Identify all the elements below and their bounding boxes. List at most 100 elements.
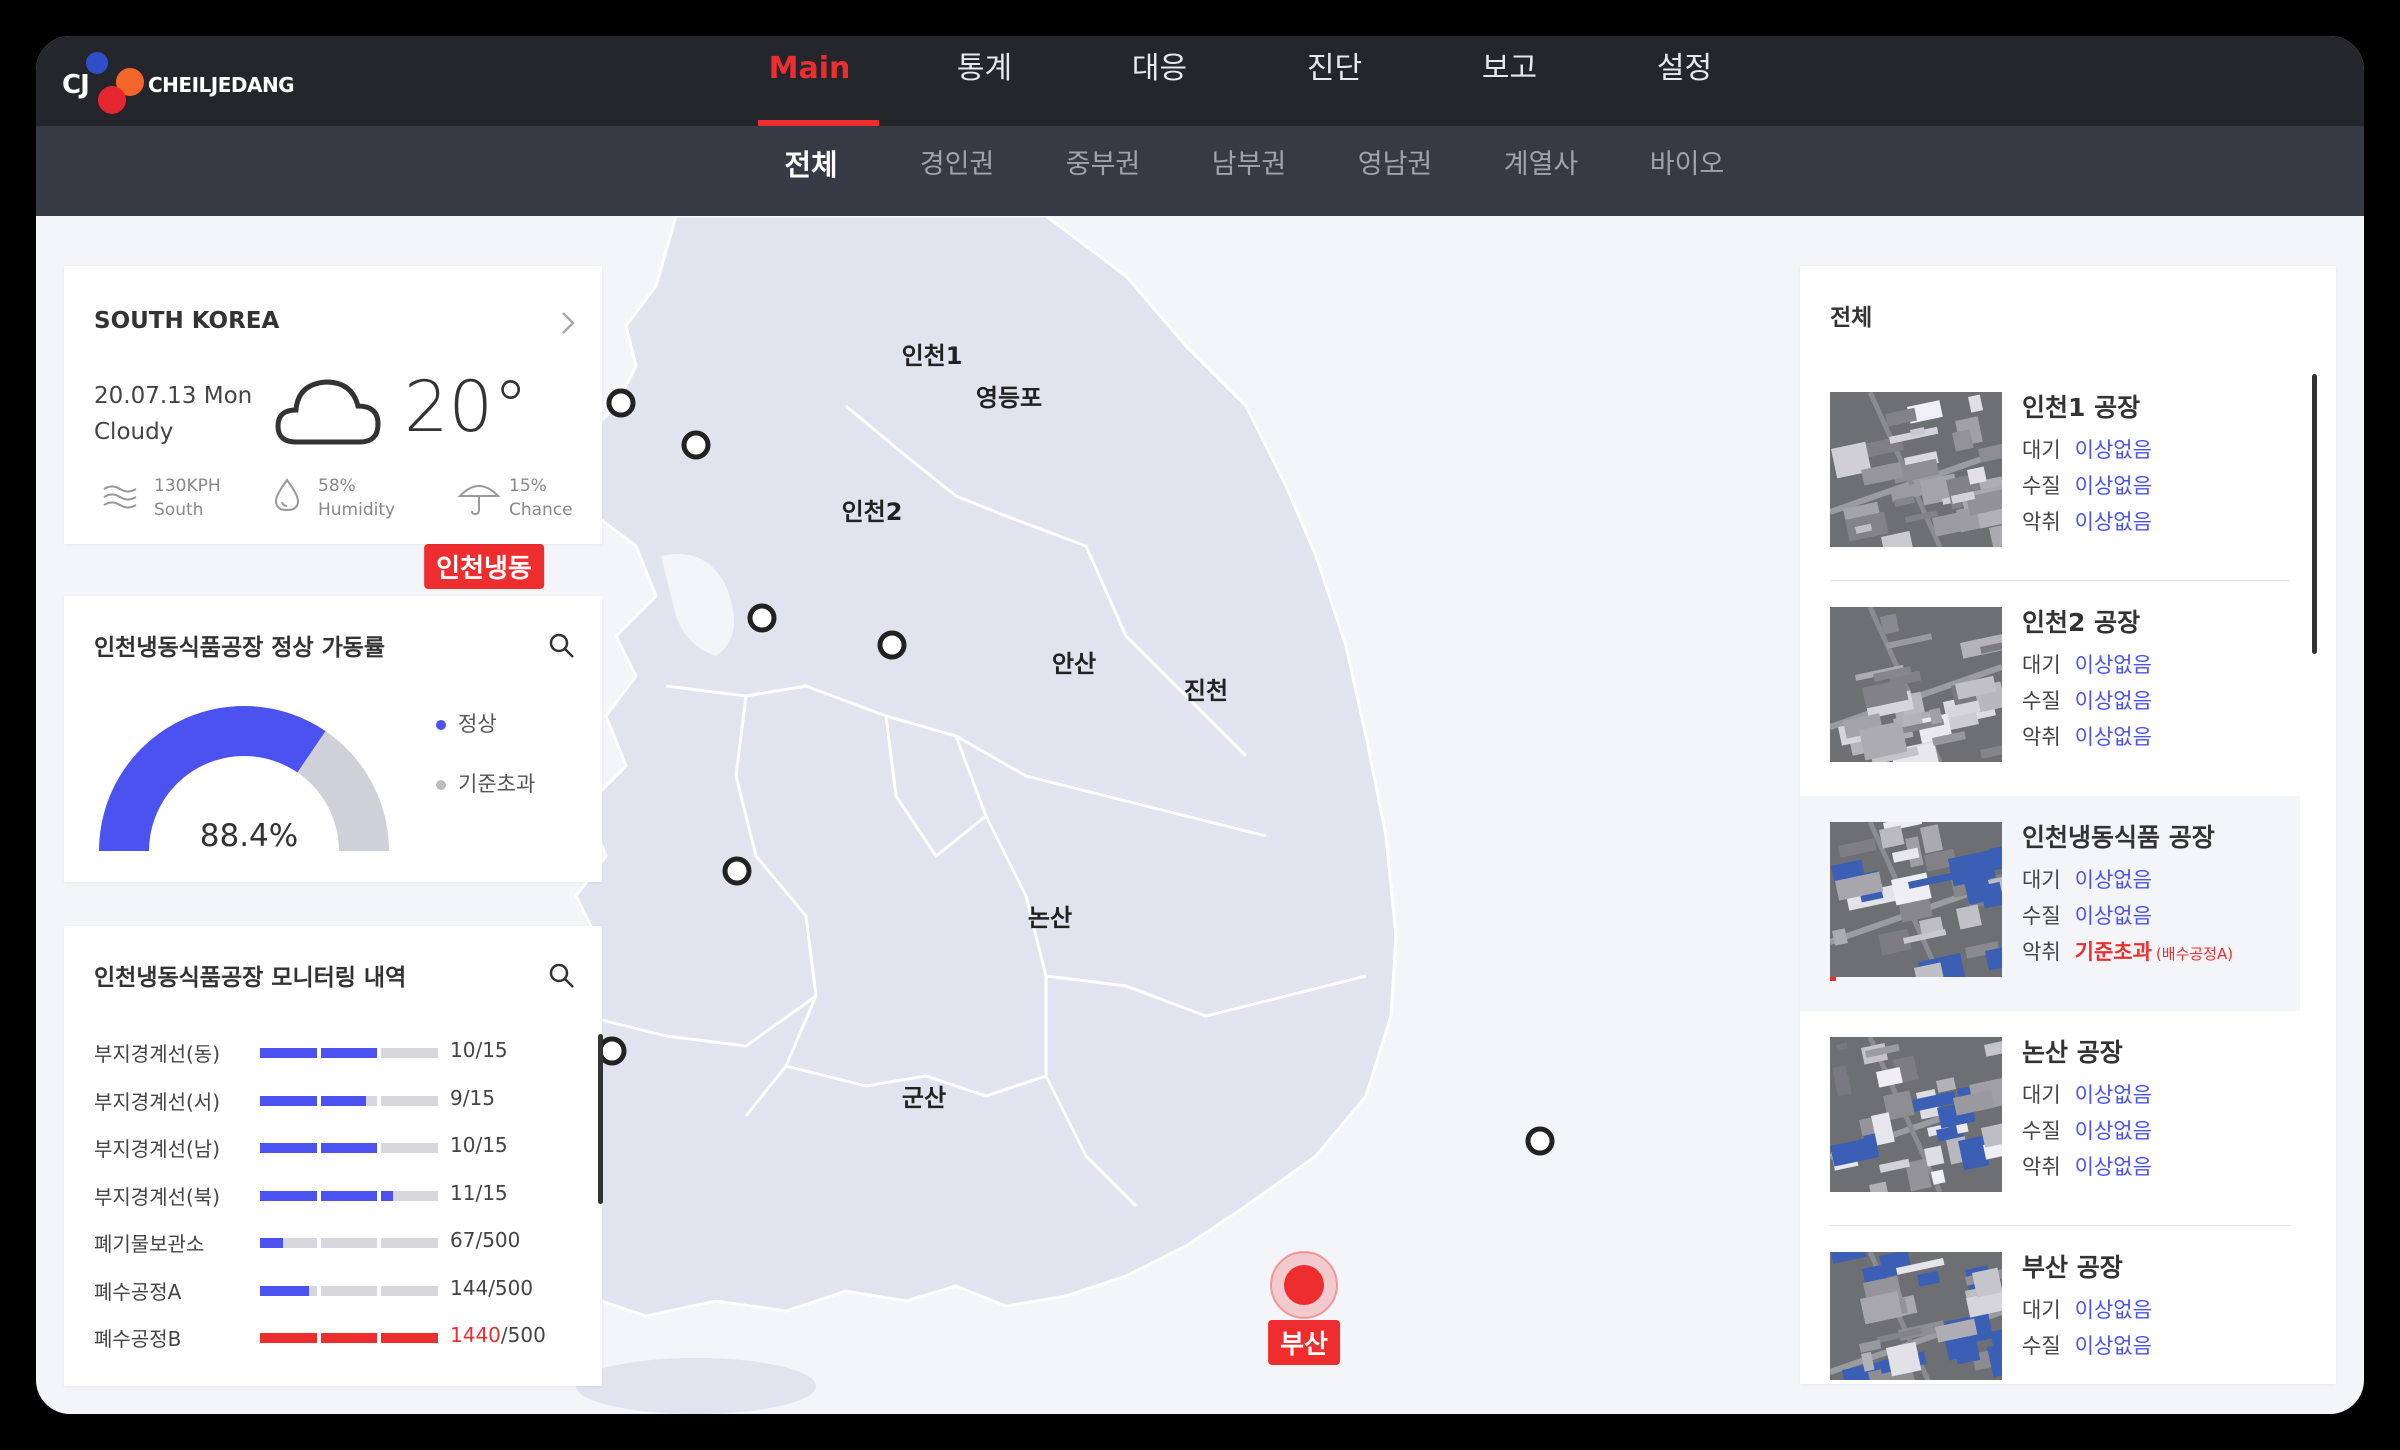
weather-date-block: 20.07.13 Mon Cloudy: [94, 378, 252, 450]
plant-air-line: 대기 이상없음: [2022, 1294, 2152, 1324]
sub-tab-yeongnam[interactable]: 영남권: [1322, 126, 1468, 216]
monitoring-title: 인천냉동식품공장 모니터링 내역: [94, 965, 407, 991]
plant-water-line: 수질 이상없음: [2022, 1115, 2152, 1145]
pin-marker-incheon1: [606, 388, 636, 418]
monitor-row[interactable]: 폐수공정A 144/500: [94, 1276, 614, 1306]
pin-label-jincheon: 진천: [1183, 677, 1229, 705]
search-icon[interactable]: [548, 962, 576, 990]
monitor-current: 67: [450, 1228, 476, 1252]
korea-map-shape: [544, 214, 1398, 1414]
pin-marker-ansan: [747, 603, 777, 633]
plant-item[interactable]: 부산 공장대기 이상없음수질 이상없음: [1800, 1226, 2300, 1380]
plant-list-scrollbar[interactable]: [2312, 374, 2317, 654]
humidity-label: Humidity: [318, 500, 396, 520]
monitor-row-value: 11/15: [450, 1181, 508, 1205]
plant-thumbnail: [1830, 392, 2002, 547]
bar-segment: [381, 1285, 439, 1296]
plant-odor-line: 악취 기준초과 (배수공정A): [2022, 936, 2233, 966]
sub-tab-jungbu[interactable]: 중부권: [1030, 126, 1176, 216]
monitor-current: 1440: [450, 1323, 501, 1347]
plant-name: 부산 공장: [2022, 1253, 2123, 1282]
monitor-row-label: 폐기물보관소: [94, 1232, 205, 1256]
monitoring-scrollbar[interactable]: [598, 1034, 603, 1204]
alert-label-busan: 부산: [1268, 1320, 1340, 1365]
bar-segment-fill: [381, 1333, 439, 1343]
aerial-photo: [1830, 607, 2002, 762]
monitor-row-bar: [260, 1190, 439, 1201]
app-screen: CJ CHEILJEDANG Main 통계 대응 진단 보고 설정 전체 경인…: [36, 36, 2364, 1414]
monitoring-card: 인천냉동식품공장 모니터링 내역 부지경계선(동) 10/15 부지경계선(서) 9/…: [64, 926, 603, 1386]
monitor-row[interactable]: 부지경계선(동) 10/15: [94, 1038, 614, 1068]
main-tab-response[interactable]: 대응: [1072, 36, 1247, 126]
sub-tab-nambu[interactable]: 남부권: [1176, 126, 1322, 216]
sub-tab-all[interactable]: 전체: [738, 126, 884, 216]
main-tabs: Main 통계 대응 진단 보고 설정: [722, 36, 1772, 126]
monitor-row-value: 144/500: [450, 1276, 533, 1300]
plant-item[interactable]: 인천1 공장 대기 이상없음 수질 이상없음 악취 이상없음: [1800, 366, 2300, 581]
monitor-row-bar: [260, 1095, 439, 1106]
odor-label: 악취: [2022, 940, 2061, 964]
main-tab-diagnosis[interactable]: 진단: [1247, 36, 1422, 126]
pin-label-yeongdeungpo: 영등포: [975, 384, 1043, 412]
rain-label: Chance: [509, 500, 573, 520]
bar-segment: [381, 1333, 439, 1343]
monitor-row[interactable]: 부지경계선(서) 9/15: [94, 1086, 614, 1116]
humidity-stat: 58% Humidity: [318, 474, 395, 522]
pin-marker-yangsan: [1525, 1126, 1555, 1156]
monitor-row[interactable]: 폐수공정B 1440/500: [94, 1323, 614, 1353]
search-icon[interactable]: [548, 632, 576, 660]
bar-segment-fill: [260, 1095, 317, 1106]
monitor-row-label: 부지경계선(남): [94, 1137, 221, 1161]
bar-segment-fill: [260, 1238, 283, 1248]
sub-tab-gyeongin[interactable]: 경인권: [884, 126, 1030, 216]
plant-thumbnail: [1830, 822, 2002, 977]
bar-segment-fill: [381, 1190, 393, 1201]
monitor-row-value: 9/15: [450, 1086, 495, 1110]
air-status: 이상없음: [2074, 1083, 2152, 1107]
legend-over-dot: [436, 780, 446, 790]
weather-region: SOUTH KOREA: [94, 308, 280, 334]
bar-segment: [381, 1095, 439, 1106]
monitor-current: 10: [450, 1038, 476, 1062]
plant-name: 인천1 공장: [2022, 393, 2141, 422]
bar-segment: [260, 1285, 317, 1296]
plant-item[interactable]: 인천2 공장 대기 이상없음 수질 이상없음 악취 이상없음: [1800, 581, 2300, 796]
legend-over-label: 기준초과: [458, 772, 536, 796]
plant-item[interactable]: 인천냉동식품 공장 대기 이상없음 수질 이상없음 악취 기준초과 (배수공정A): [1800, 796, 2300, 1011]
pin-label-incheon2: 인천2: [841, 498, 903, 526]
odor-status: 이상없음: [2074, 725, 2152, 749]
main-tab-statistics[interactable]: 통계: [897, 36, 1072, 126]
bar-segment: [260, 1095, 317, 1106]
bar-segment-fill: [320, 1095, 366, 1106]
monitor-row-bar: [260, 1238, 439, 1248]
monitor-row-bar: [260, 1333, 439, 1343]
cloud-icon: [275, 379, 381, 445]
plant-air-line: 대기 이상없음: [2022, 649, 2152, 679]
monitor-row-bar: [260, 1285, 439, 1296]
logo-cj-text: CJ: [62, 70, 90, 100]
main-tab-settings[interactable]: 설정: [1597, 36, 1772, 126]
monitor-row[interactable]: 부지경계선(남) 10/15: [94, 1133, 614, 1163]
main-tab-report[interactable]: 보고: [1422, 36, 1597, 126]
monitor-limit: /15: [475, 1133, 508, 1157]
cj-logo[interactable]: CJ CHEILJEDANG: [62, 50, 322, 114]
monitor-current: 11: [450, 1180, 476, 1205]
weather-temperature: 20°: [404, 366, 529, 448]
main-tab-main[interactable]: Main: [722, 36, 897, 126]
legend-normal-dot: [436, 720, 446, 730]
chevron-right-icon[interactable]: [558, 310, 578, 336]
bar-segment-fill: [260, 1285, 309, 1296]
sub-tab-bio[interactable]: 바이오: [1614, 126, 1760, 216]
monitor-row[interactable]: 부지경계선(북) 11/15: [94, 1181, 614, 1211]
bar-segment-fill: [260, 1143, 317, 1153]
odor-label: 악취: [2022, 725, 2061, 749]
plant-name: 인천냉동식품 공장: [2022, 823, 2215, 852]
logo-petal-blue: [86, 52, 108, 74]
monitor-row[interactable]: 폐기물보관소 67/500: [94, 1228, 614, 1258]
wind-icon: [103, 485, 137, 509]
plant-item[interactable]: 논산 공장 대기 이상없음 수질 이상없음 악취 이상없음: [1800, 1011, 2300, 1226]
bar-segment: [260, 1190, 317, 1201]
plant-water-line: 수질 이상없음: [2022, 1330, 2152, 1360]
monitor-row-value: 1440/500: [450, 1323, 546, 1347]
sub-tab-affiliates[interactable]: 계열사: [1468, 126, 1614, 216]
